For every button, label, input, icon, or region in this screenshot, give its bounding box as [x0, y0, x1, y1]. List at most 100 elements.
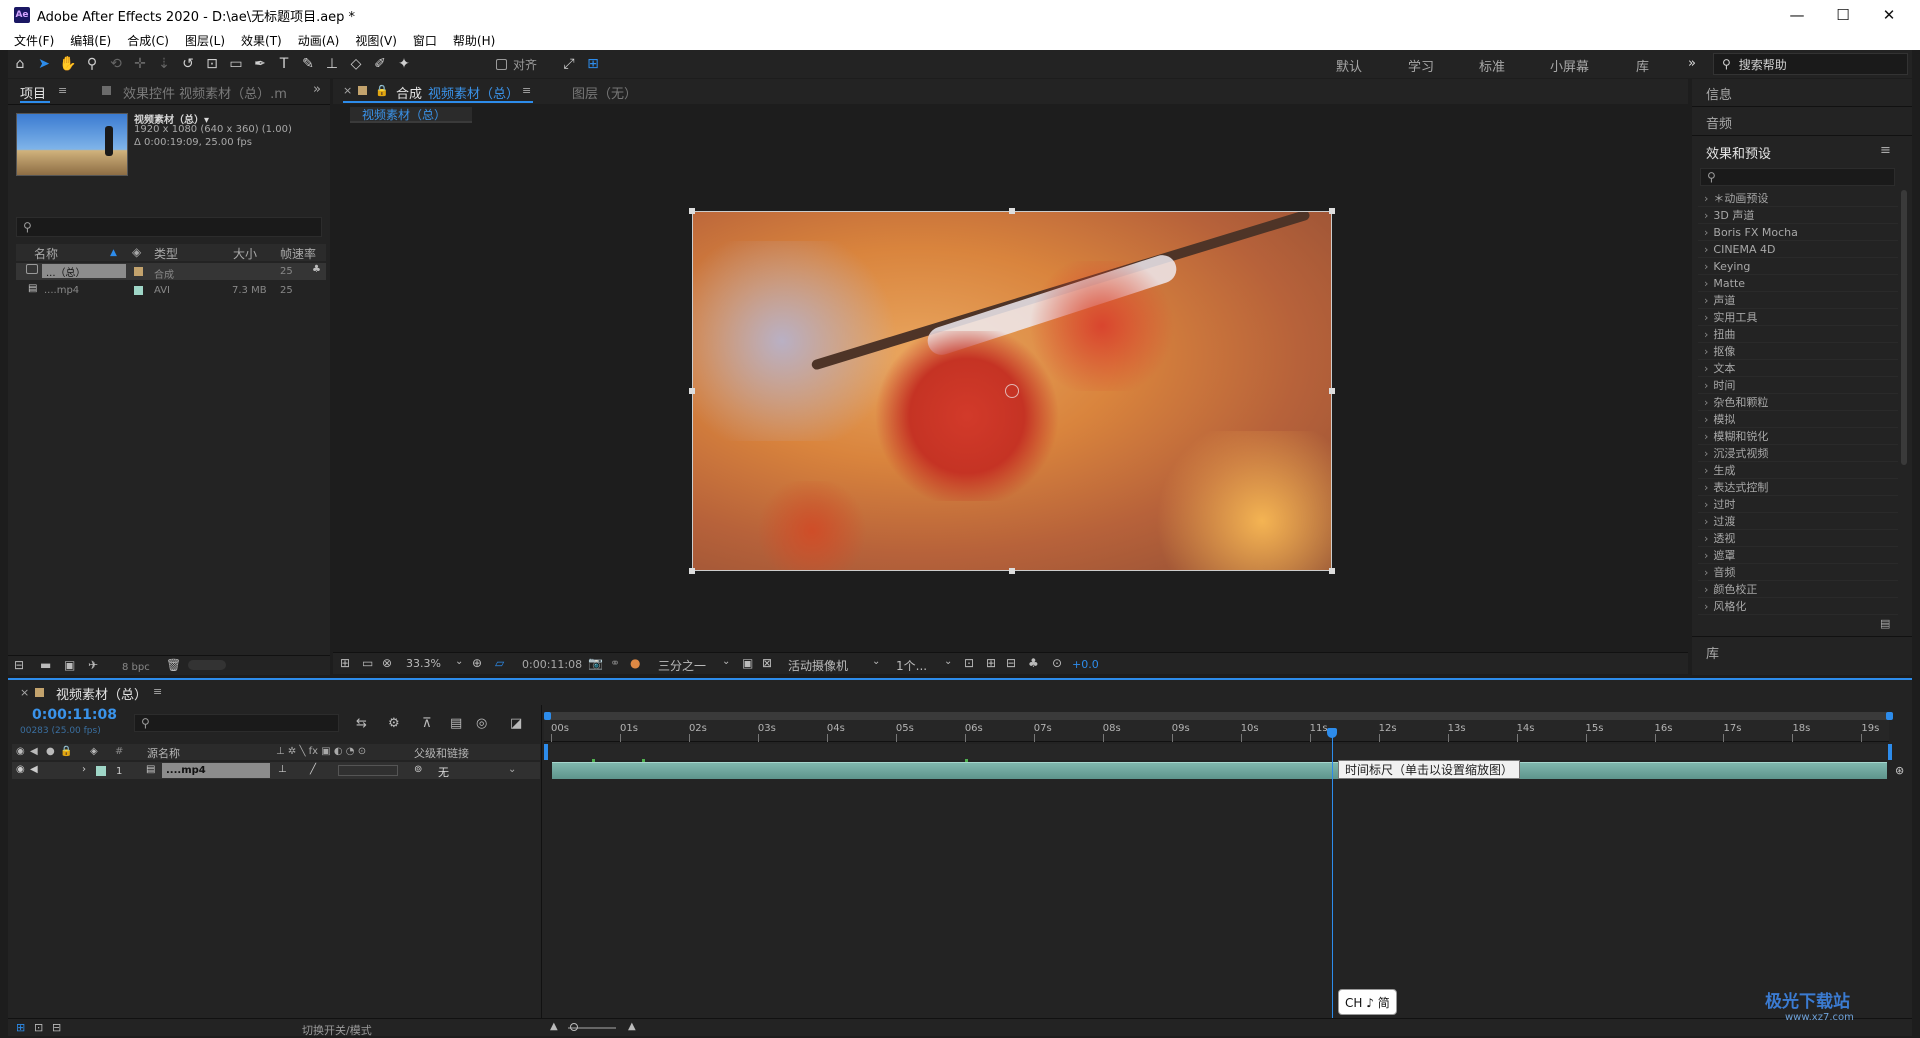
dolly-camera-icon[interactable]: ⇣ — [152, 53, 176, 75]
project-item-name[interactable]: ....mp4 — [44, 285, 79, 296]
work-area-start[interactable] — [544, 712, 551, 720]
close-tab-icon[interactable]: × — [343, 84, 352, 97]
fast-preview-icon[interactable]: ⊞ — [986, 656, 996, 670]
effect-category[interactable]: 文本 — [1698, 360, 1898, 377]
workspace-standard[interactable]: 标准 — [1479, 56, 1505, 75]
toggle-pixel-aspect-icon[interactable]: ⊡ — [964, 656, 974, 670]
column-fps[interactable]: 帧速率 — [280, 245, 316, 262]
type-tool-icon[interactable]: T — [272, 53, 296, 75]
effect-category[interactable]: CINEMA 4D — [1698, 241, 1898, 258]
layer-label-swatch[interactable] — [96, 766, 106, 776]
selection-tool-icon[interactable]: ➤ — [32, 53, 56, 75]
column-name[interactable]: 名称 — [34, 245, 58, 262]
clone-stamp-icon[interactable]: ⊥ — [320, 53, 344, 75]
effect-category[interactable]: 抠像 — [1698, 343, 1898, 360]
zoom-out-icon[interactable]: ▲ — [550, 1021, 558, 1032]
solo-icon[interactable]: ● — [46, 746, 55, 757]
views-dropdown-icon[interactable]: ⌄ — [944, 656, 952, 667]
rectangle-tool-icon[interactable]: ▭ — [224, 53, 248, 75]
show-snapshot-icon[interactable]: ⚭ — [610, 656, 620, 670]
timeline-tab[interactable]: 视频素材（总） — [56, 684, 147, 703]
search-help-input[interactable]: ⚲ 搜索帮助 — [1713, 53, 1908, 75]
sort-ascending-icon[interactable]: ▲ — [110, 248, 117, 258]
flowchart-icon[interactable]: ♣ — [312, 264, 321, 275]
pick-whip-icon[interactable]: ⊚ — [414, 764, 422, 775]
effect-category[interactable]: Boris FX Mocha — [1698, 224, 1898, 241]
effect-category[interactable]: 风格化 — [1698, 598, 1898, 615]
in-out-icon[interactable]: ⊟ — [52, 1021, 61, 1034]
region-of-interest-icon[interactable]: ▣ — [742, 656, 753, 670]
playhead[interactable] — [1331, 736, 1333, 1022]
pan-behind-tool-icon[interactable]: ⊡ — [200, 53, 224, 75]
zoom-slider-knob[interactable] — [570, 1023, 578, 1031]
effect-category[interactable]: 生成 — [1698, 462, 1898, 479]
composition-menu-icon[interactable]: ≡ — [522, 84, 531, 97]
effect-category[interactable]: Keying — [1698, 258, 1898, 275]
lock-icon[interactable]: 🔒 — [60, 746, 72, 757]
effect-category[interactable]: 实用工具 — [1698, 309, 1898, 326]
rotation-tool-icon[interactable]: ↺ — [176, 53, 200, 75]
collapse-switch-icon[interactable]: ⊥ — [278, 764, 287, 775]
menu-layer[interactable]: 图层(L) — [185, 32, 225, 49]
flowchart-icon[interactable]: ♣ — [1028, 656, 1039, 670]
label-column-icon[interactable]: ◈ — [132, 245, 141, 259]
work-area-bar[interactable] — [544, 712, 1889, 720]
effect-category[interactable]: 音频 — [1698, 564, 1898, 581]
layer-visibility-icon[interactable]: ◉ — [16, 764, 25, 775]
exposure-value[interactable]: +0.0 — [1072, 658, 1099, 671]
composition-tab-name[interactable]: 视频素材（总） — [428, 83, 519, 102]
effect-category[interactable]: ＊动画预设 — [1698, 190, 1898, 207]
workspace-more-button[interactable]: » — [1688, 56, 1696, 71]
panel-audio[interactable]: 音频 — [1706, 113, 1732, 132]
menu-animation[interactable]: 动画(A) — [298, 32, 340, 49]
workspace-default[interactable]: 默认 — [1336, 56, 1362, 75]
effect-category[interactable]: 模糊和锐化 — [1698, 428, 1898, 445]
effect-category[interactable]: 过渡 — [1698, 513, 1898, 530]
orbit-camera-icon[interactable]: ⟲ — [104, 53, 128, 75]
audio-icon[interactable]: ◀ — [30, 746, 38, 757]
home-icon[interactable]: ⌂ — [8, 53, 32, 75]
label-icon[interactable]: ◈ — [90, 746, 98, 757]
tab-layer[interactable]: 图层（无） — [572, 83, 637, 102]
safe-zones-icon[interactable]: ⊕ — [472, 656, 482, 670]
column-size[interactable]: 大小 — [233, 245, 257, 262]
project-search-input[interactable]: ⚲ — [16, 217, 322, 237]
comp-timecode[interactable]: 0:00:11:08 — [522, 658, 582, 671]
transform-handle[interactable] — [1329, 388, 1335, 394]
workspace-learn[interactable]: 学习 — [1408, 56, 1434, 75]
effect-category[interactable]: 过时 — [1698, 496, 1898, 513]
effect-category[interactable]: 颜色校正 — [1698, 581, 1898, 598]
new-preset-icon[interactable]: ▤ — [1880, 617, 1890, 630]
parent-dropdown-icon[interactable]: ⌄ — [508, 764, 516, 775]
layer-audio-icon[interactable]: ◀ — [30, 764, 38, 775]
effect-category[interactable]: 表达式控制 — [1698, 479, 1898, 496]
snapping-toggle-icon[interactable]: ⊞ — [581, 53, 605, 75]
toggle-transparency-icon[interactable]: ⊠ — [762, 656, 772, 670]
transform-handle[interactable] — [1329, 568, 1335, 574]
menu-edit[interactable]: 编辑(E) — [70, 32, 111, 49]
transparency-grid-icon[interactable]: ▱ — [495, 656, 504, 670]
new-composition-icon[interactable]: ▣ — [64, 658, 75, 672]
project-menu-icon[interactable]: ≡ — [58, 84, 67, 97]
video-visibility-icon[interactable]: ◉ — [16, 746, 25, 757]
workspace-library[interactable]: 库 — [1636, 56, 1649, 75]
maximize-button[interactable]: ☐ — [1820, 0, 1866, 30]
align-checkbox[interactable] — [496, 58, 507, 70]
effect-category[interactable]: 时间 — [1698, 377, 1898, 394]
render-queue-icon[interactable]: ✈ — [88, 658, 98, 672]
resolution-dropdown-icon[interactable]: ⌄ — [722, 656, 730, 667]
menu-window[interactable]: 窗口 — [413, 32, 437, 49]
work-area-end[interactable] — [1886, 712, 1893, 720]
effect-category[interactable]: 透视 — [1698, 530, 1898, 547]
draft-3d-icon[interactable]: ⚙ — [388, 716, 400, 731]
comp-button-icon[interactable]: ⊛ — [1895, 764, 1904, 777]
menu-help[interactable]: 帮助(H) — [453, 32, 495, 49]
comp-breadcrumb[interactable]: 视频素材（总） — [350, 107, 472, 123]
workspace-small-screen[interactable]: 小屏幕 — [1550, 56, 1589, 75]
always-preview-icon[interactable]: ⊞ — [340, 656, 350, 670]
parent-select[interactable]: 无 — [438, 764, 449, 780]
time-ruler[interactable] — [544, 720, 1889, 742]
effect-category[interactable]: 扭曲 — [1698, 326, 1898, 343]
layer-search-input[interactable]: ⚲ — [134, 714, 339, 732]
tab-composition[interactable]: 合成 — [396, 83, 422, 102]
